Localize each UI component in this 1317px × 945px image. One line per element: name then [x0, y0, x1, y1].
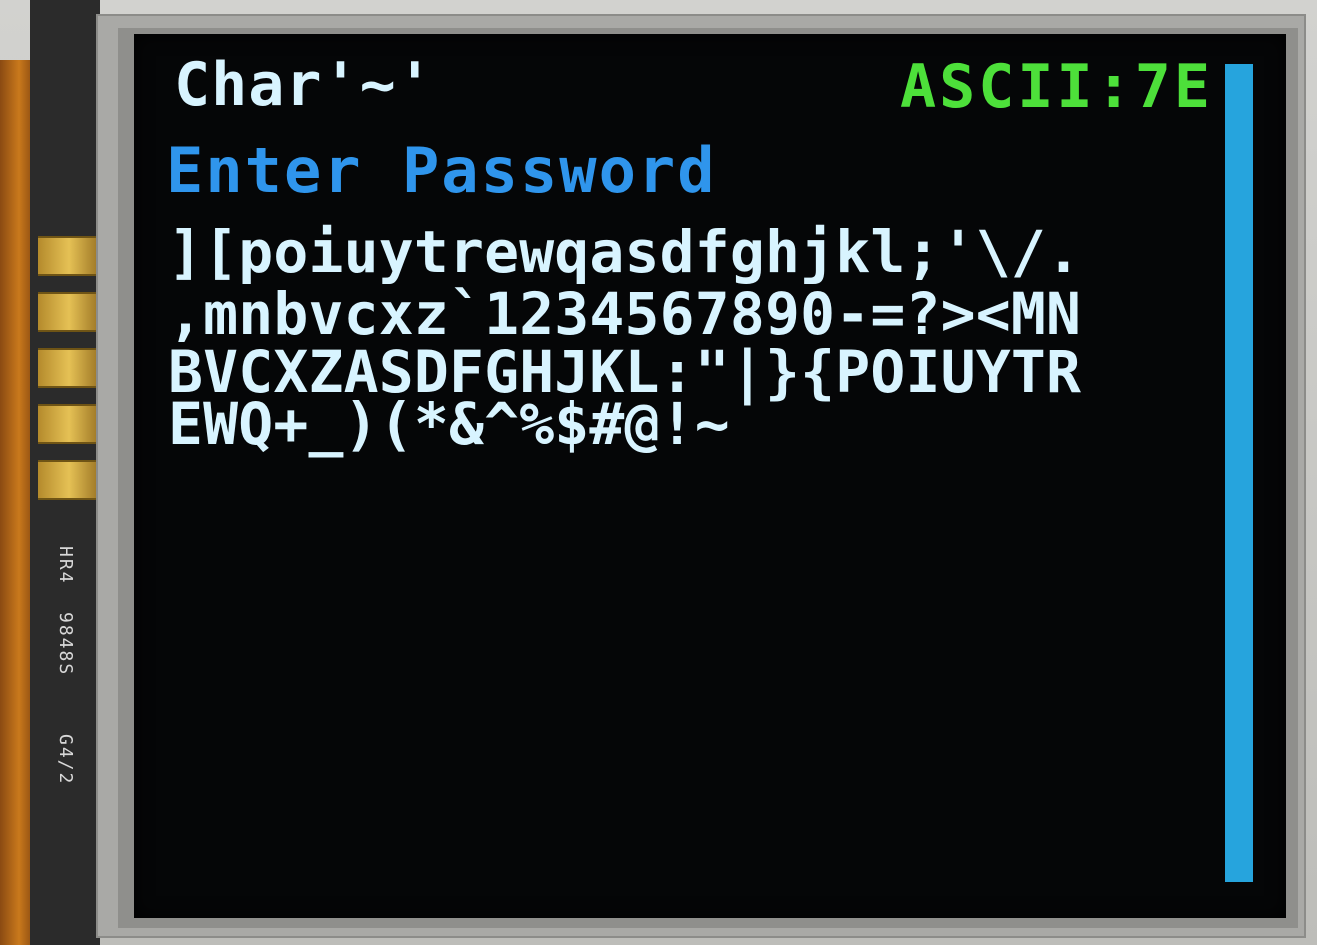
connector-pad [38, 404, 100, 444]
connector-pad [38, 460, 100, 500]
pcb-label-9848s: 9848S [55, 612, 76, 677]
pcb-label-hr4: HR4 [55, 546, 76, 585]
ascii-code-label: ASCII:7E [900, 52, 1213, 122]
password-prompt-title: Enter Password [166, 134, 717, 207]
pcb-label-g42: G4/2 [55, 734, 76, 786]
scrollbar[interactable] [1225, 64, 1253, 882]
connector-pad [38, 292, 100, 332]
current-char-label: Char'~' [174, 50, 434, 120]
password-text-line[interactable]: ][poiuytrewqasdfghjkl;'\/. [168, 218, 1081, 286]
connector-pad [38, 236, 100, 276]
password-text-line[interactable]: EWQ+_)(*&^%$#@!~ [168, 390, 730, 458]
connector-pad [38, 348, 100, 388]
